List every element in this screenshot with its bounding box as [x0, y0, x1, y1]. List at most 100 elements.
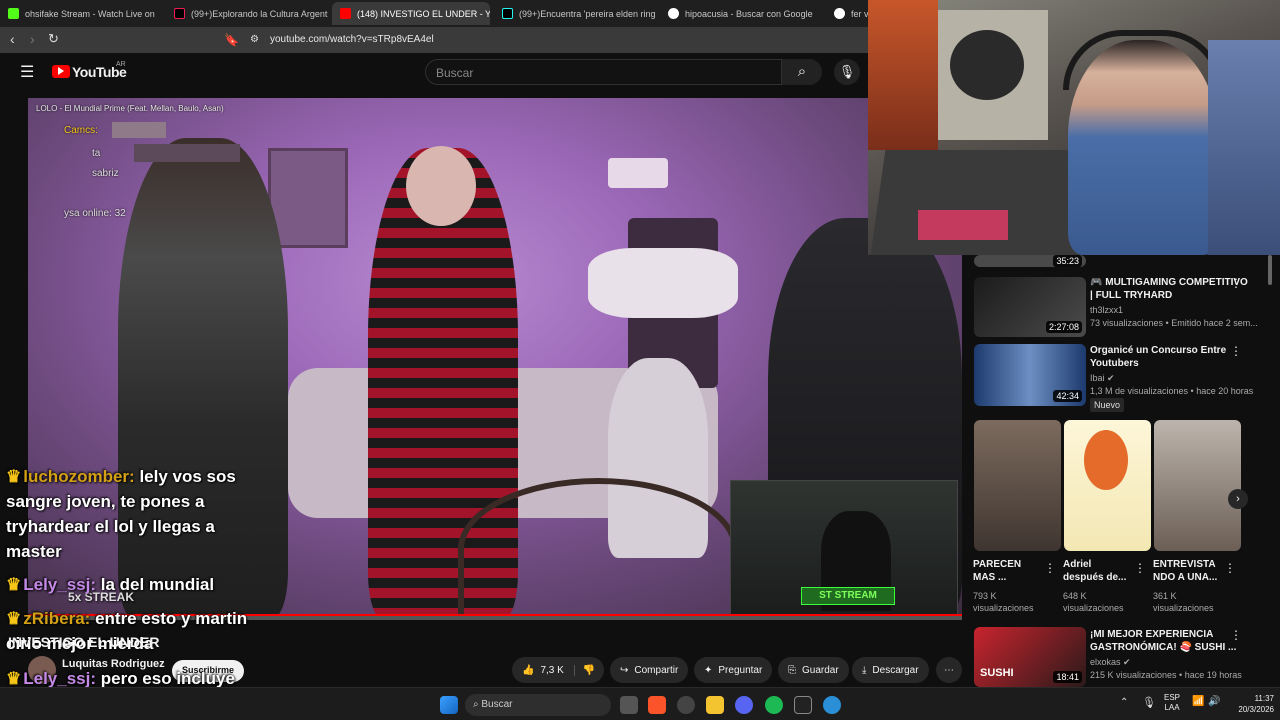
reload-icon[interactable]: ↻ [48, 31, 59, 47]
overlay-user: sabriz [92, 168, 119, 179]
save-label: Guardar [802, 664, 839, 676]
thumbnail[interactable]: SUSHI 18:41 [974, 627, 1086, 687]
wall-poster [868, 0, 938, 150]
clock-time: 11:37 [1254, 694, 1274, 703]
chair [458, 478, 738, 620]
video-title: INVESTIGO EL UNDER [8, 634, 160, 650]
short-title[interactable]: PARECEN MAS ... [973, 558, 1038, 584]
download-icon: ⤓ [862, 664, 867, 676]
overlay-song: LOLO - El Mundial Prime (Feat. Mellan, B… [36, 104, 224, 113]
chevron-right-icon[interactable]: › [1228, 489, 1248, 509]
thumbnail[interactable]: 2:27:08 [974, 277, 1086, 337]
chevron-up-icon[interactable]: ⌃ [1120, 697, 1128, 708]
like-count[interactable]: 7,3 K [540, 665, 563, 676]
github-icon[interactable] [677, 696, 695, 714]
thumbnail[interactable]: 35:23 [974, 255, 1086, 267]
tab-youtube-active[interactable]: (148) INVESTIGO EL UNDER - You ✕ [332, 2, 490, 25]
clock[interactable]: 11:37 20/3/2026 [1226, 693, 1274, 715]
region-label: AR [116, 61, 126, 68]
chat-username: Lely_ssj: [23, 575, 97, 594]
brave-icon[interactable] [648, 696, 666, 714]
clock-date: 20/3/2026 [1238, 705, 1274, 714]
more-icon[interactable]: ⋮ [1224, 561, 1236, 575]
tab-tiktok-1[interactable]: (99+)Explorando la Cultura Argentina [166, 2, 328, 25]
app-icon[interactable] [823, 696, 841, 714]
taskbar-search[interactable]: ⌕ Buscar [465, 694, 611, 716]
new-badge: Nuevo [1090, 398, 1125, 412]
streamer-cam: ST STREAM [730, 480, 958, 615]
app-icon[interactable] [794, 696, 812, 714]
more-icon[interactable]: ⋮ [1230, 344, 1242, 358]
more-actions-button[interactable]: ⋯ [936, 657, 962, 683]
wall-logo [950, 30, 1024, 100]
channel-text: elxokas [1090, 657, 1121, 667]
thumbnail[interactable]: 42:34 [974, 344, 1086, 406]
channel-name[interactable]: th3lzxx1 [1090, 304, 1123, 316]
pillow [588, 248, 738, 318]
language-layout: LAA [1164, 703, 1180, 712]
file-explorer-icon[interactable] [706, 696, 724, 714]
ask-button[interactable]: ✦ Preguntar [694, 657, 773, 683]
volume-icon[interactable]: 🔊 [1208, 696, 1220, 707]
save-button[interactable]: ⎘ Guardar [778, 657, 849, 683]
task-view-icon[interactable] [620, 696, 638, 714]
short-thumbnail[interactable] [1064, 420, 1151, 551]
download-button[interactable]: ⤓ Descargar [852, 657, 929, 683]
tab-google-2[interactable]: fer vaz [826, 2, 872, 25]
more-icon[interactable]: ⋮ [1230, 276, 1242, 290]
bookmark-icon[interactable]: 🔖 [224, 33, 239, 47]
share-icon: ↪ [620, 664, 629, 676]
chat-username: Lely_ssj: [23, 669, 97, 688]
game-icon: 🎮 [1090, 277, 1106, 288]
search-input[interactable]: Buscar [425, 59, 782, 85]
short-title[interactable]: Adriel después de... [1063, 558, 1129, 584]
webcam-overlay [868, 0, 1280, 255]
url-field[interactable]: youtube.com/watch?v=sTRp8vEA4el [270, 34, 434, 45]
tab-tiktok-2[interactable]: (99+)Encuentra 'pereira elden ring' [494, 2, 656, 25]
site-info-icon[interactable]: ⚙ [250, 34, 259, 45]
tab-title: (99+)Explorando la Cultura Argentina [191, 8, 328, 19]
short-thumbnail[interactable] [1154, 420, 1241, 551]
menu-icon[interactable]: ☰ [20, 62, 34, 82]
share-button[interactable]: ↪ Compartir [610, 657, 689, 683]
windows-start-icon[interactable] [440, 696, 458, 714]
wall-frame [268, 148, 348, 248]
dislike-icon[interactable]: 👎 [573, 664, 595, 676]
more-icon[interactable]: ⋮ [1044, 561, 1056, 575]
video-title[interactable]: ¡MI MEJOR EXPERIENCIA GASTRONÓMICA! 🍣 SU… [1090, 628, 1240, 654]
more-icon[interactable]: ⋮ [1230, 628, 1242, 642]
spotify-icon[interactable] [765, 696, 783, 714]
chat-message: ♛ luchozomber: lely vos sos sangre joven,… [6, 464, 256, 564]
thumbnail-text: SUSHI [980, 667, 1014, 679]
chat-text: la del mundial [100, 575, 215, 594]
discord-icon[interactable] [735, 696, 753, 714]
video-title[interactable]: Organicé un Concurso Entre Youtubers [1090, 344, 1240, 370]
forward-icon[interactable]: › [30, 31, 35, 47]
back-icon[interactable]: ‹ [10, 31, 15, 47]
like-icon[interactable]: 👍 [522, 665, 534, 676]
channel-name[interactable]: elxokas ✔ [1090, 656, 1131, 668]
overlay-avatar [134, 144, 240, 162]
short-views: 361 K visualizaciones [1153, 591, 1214, 613]
related-videos-sidebar: 35:23 2:27:08 🎮 MULTIGAMING COMPETITIVO … [962, 255, 1280, 687]
youtube-icon [340, 8, 351, 19]
more-icon[interactable]: ⋮ [1134, 561, 1146, 575]
search-button[interactable]: ⌕ [782, 59, 822, 85]
short-thumbnail[interactable] [974, 420, 1061, 551]
verified-icon: ✔ [1123, 657, 1131, 667]
video-title[interactable]: 🎮 MULTIGAMING COMPETITIVO | FULL TRYHARD [1090, 276, 1250, 302]
duration-badge: 35:23 [1053, 255, 1082, 267]
windows-taskbar: ⌕ Buscar ⌃ 🎙 ESP LAA 📶 🔊 11:37 20/3/2026 [0, 687, 1280, 720]
tab-kick[interactable]: ohsifake Stream - Watch Live on [0, 2, 160, 25]
google-icon [834, 8, 845, 19]
wifi-icon[interactable]: 📶 [1192, 696, 1204, 707]
tab-google[interactable]: hipoacusia - Buscar con Google [660, 2, 822, 25]
mic-icon[interactable]: 🎙 [834, 59, 860, 85]
short-title[interactable]: ENTREVISTA NDO A UNA... [1153, 558, 1219, 584]
kick-icon [8, 8, 19, 19]
language-indicator[interactable]: ESP LAA [1164, 693, 1180, 713]
channel-name[interactable]: Ibai ✔ [1090, 372, 1115, 384]
scrollbar[interactable] [1268, 255, 1272, 285]
mic-icon[interactable]: 🎙 [1142, 696, 1156, 709]
chair-back [1208, 40, 1280, 255]
